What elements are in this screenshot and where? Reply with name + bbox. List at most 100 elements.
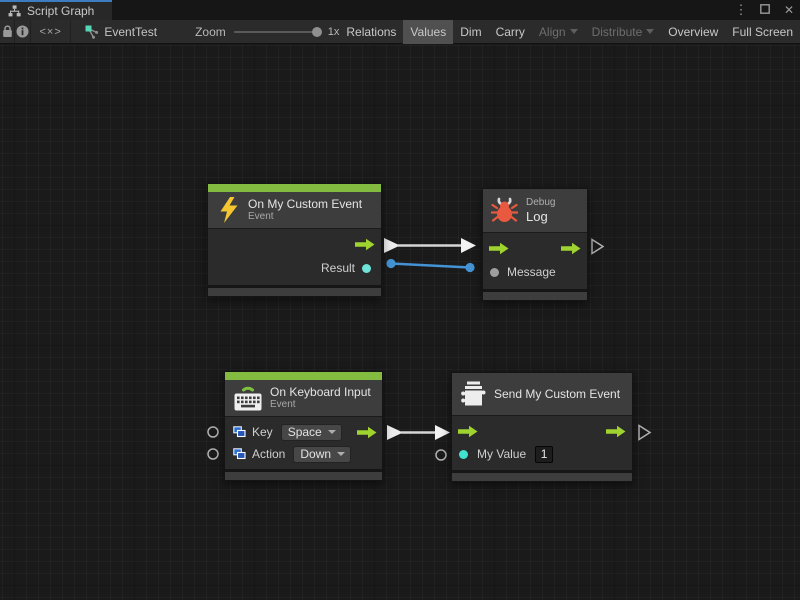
connection-flow-bottom xyxy=(387,425,450,440)
message-value-port[interactable] xyxy=(490,268,499,277)
chevron-down-icon xyxy=(328,430,336,434)
tab-title: Script Graph xyxy=(27,4,94,18)
node-title: Log xyxy=(526,209,555,224)
values-button[interactable]: Values xyxy=(403,20,453,44)
window-maximize-icon[interactable] xyxy=(758,0,772,20)
flow-output-port[interactable] xyxy=(561,242,581,255)
bug-icon xyxy=(491,197,518,224)
zoom-value: 1x xyxy=(328,26,340,38)
my-value-input[interactable]: 1 xyxy=(535,446,553,463)
event-accent-bar xyxy=(208,184,381,192)
window-cascade-icon xyxy=(233,426,246,438)
key-dropdown-value: Space xyxy=(288,425,322,439)
relations-button[interactable]: Relations xyxy=(339,20,403,44)
zoom-label: Zoom xyxy=(195,25,226,39)
overview-button[interactable]: Overview xyxy=(661,20,725,44)
toolbar-buttons: Relations Values Dim Carry Align Distrib… xyxy=(339,20,800,43)
fullscreen-button[interactable]: Full Screen xyxy=(725,20,800,44)
node-header[interactable]: Debug Log xyxy=(483,189,587,233)
my-value-port[interactable] xyxy=(459,450,468,459)
loose-port-circle-my-value xyxy=(436,450,446,460)
node-on-my-custom-event[interactable]: On My Custom Event Event Result xyxy=(207,183,382,297)
tab-bar: Script Graph ⋮ ✕ xyxy=(0,0,800,20)
connection-flow-top xyxy=(384,238,476,253)
graph-toolbar: <×> EventTest Zoom 1x Relations Values xyxy=(0,20,800,44)
loose-port-circle-action xyxy=(208,449,218,459)
node-title: On My Custom Event xyxy=(248,197,362,211)
graph-hierarchy-icon xyxy=(8,5,21,17)
lock-button[interactable] xyxy=(0,20,15,43)
window-controls: ⋮ ✕ xyxy=(734,0,796,20)
loose-flow-triangle-debug-log xyxy=(592,240,603,254)
key-dropdown[interactable]: Space xyxy=(281,424,342,441)
node-surtitle: Debug xyxy=(526,197,555,209)
node-subtitle: Event xyxy=(248,211,362,223)
action-dropdown-value: Down xyxy=(300,447,331,461)
flow-output-port[interactable] xyxy=(606,425,626,438)
result-value-port[interactable] xyxy=(362,264,371,273)
node-subtitle: Event xyxy=(270,399,371,411)
node-header[interactable]: Send My Custom Event xyxy=(452,373,632,416)
dim-button[interactable]: Dim xyxy=(453,20,488,44)
result-port-label: Result xyxy=(321,261,355,275)
flow-input-port[interactable] xyxy=(489,242,509,255)
carry-label: Carry xyxy=(496,25,525,39)
align-label: Align xyxy=(539,25,566,39)
node-header[interactable]: On My Custom Event Event xyxy=(208,192,381,229)
overview-label: Overview xyxy=(668,25,718,39)
node-footer xyxy=(225,469,382,480)
node-footer xyxy=(452,470,632,481)
window-close-icon[interactable]: ✕ xyxy=(782,0,796,20)
window-cascade-icon xyxy=(233,448,246,460)
values-label: Values xyxy=(410,25,446,39)
distribute-button[interactable]: Distribute xyxy=(585,20,662,44)
chevron-down-icon xyxy=(337,452,345,456)
script-graph-window: Script Graph ⋮ ✕ xyxy=(0,0,800,600)
node-footer xyxy=(208,285,381,296)
dim-label: Dim xyxy=(460,25,481,39)
node-header[interactable]: On Keyboard Input Event xyxy=(225,380,382,417)
flow-output-port[interactable] xyxy=(355,238,375,251)
graph-asset-icon xyxy=(85,25,99,39)
flow-output-port[interactable] xyxy=(357,426,377,439)
window-menu-icon[interactable]: ⋮ xyxy=(734,0,748,20)
zoom-control: Zoom 1x xyxy=(195,20,339,43)
graph-canvas[interactable]: On My Custom Event Event Result xyxy=(0,45,800,600)
action-dropdown[interactable]: Down xyxy=(293,446,351,463)
zoom-slider[interactable] xyxy=(234,31,320,33)
message-port-label: Message xyxy=(507,265,556,279)
tab-script-graph[interactable]: Script Graph xyxy=(0,2,112,20)
loose-port-circle-key xyxy=(208,427,218,437)
graph-reference-name: EventTest xyxy=(104,25,157,39)
fullscreen-label: Full Screen xyxy=(732,25,793,39)
node-title: Send My Custom Event xyxy=(494,387,620,401)
event-accent-bar xyxy=(225,372,382,380)
action-port-label: Action xyxy=(252,447,285,461)
zoom-slider-knob[interactable] xyxy=(312,27,322,37)
connections-layer xyxy=(0,45,800,600)
preview-code-button[interactable]: <×> xyxy=(31,20,71,43)
lightning-bolt-icon xyxy=(218,196,240,224)
chevron-down-icon xyxy=(570,29,578,34)
keyboard-icon xyxy=(233,384,263,412)
node-debug-log[interactable]: Debug Log Message xyxy=(482,188,588,301)
my-value-port-label: My Value xyxy=(477,447,526,461)
node-send-my-custom-event[interactable]: Send My Custom Event My Value 1 xyxy=(451,372,633,482)
node-on-keyboard-input[interactable]: On Keyboard Input Event Key Space xyxy=(224,371,383,481)
relations-label: Relations xyxy=(346,25,396,39)
inspect-button[interactable] xyxy=(15,20,30,43)
carry-button[interactable]: Carry xyxy=(489,20,532,44)
align-button[interactable]: Align xyxy=(532,20,585,44)
connection-value-top xyxy=(386,259,474,272)
loose-flow-triangle-send-event xyxy=(639,426,650,440)
chevron-down-icon xyxy=(646,29,654,34)
graph-reference[interactable]: EventTest xyxy=(71,20,157,43)
node-footer xyxy=(483,289,587,300)
info-icon xyxy=(16,25,29,38)
event-machine-icon xyxy=(460,379,486,409)
lock-icon xyxy=(2,25,13,38)
distribute-label: Distribute xyxy=(592,25,643,39)
node-title: On Keyboard Input xyxy=(270,385,371,399)
key-port-label: Key xyxy=(252,425,273,439)
flow-input-port[interactable] xyxy=(458,425,478,438)
